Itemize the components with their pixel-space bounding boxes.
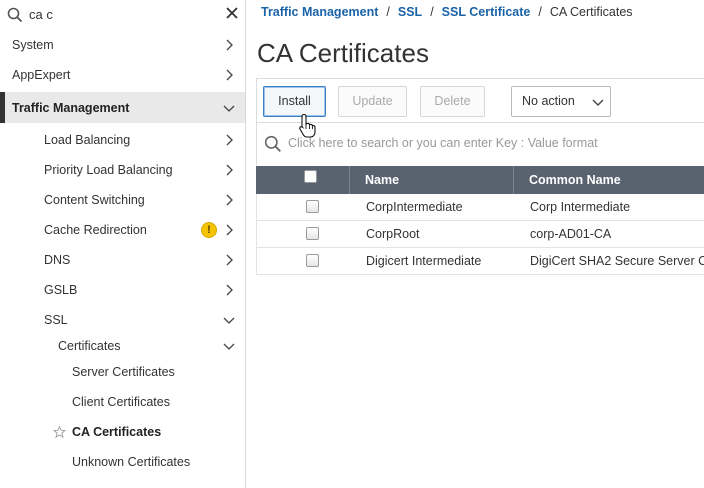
sidebar-item-label: Cache Redirection — [44, 223, 147, 237]
sidebar-search[interactable]: ca c — [0, 0, 245, 30]
sidebar-item-label: Certificates — [58, 339, 121, 353]
sidebar-item-label: Content Switching — [44, 193, 145, 207]
sidebar-item-label: Load Balancing — [44, 133, 131, 147]
table-row[interactable]: Digicert Intermediate DigiCert SHA2 Secu… — [256, 248, 704, 275]
chevron-right-icon — [226, 254, 233, 266]
chevron-down-icon — [223, 317, 235, 324]
chevron-down-icon — [223, 343, 235, 350]
chevron-right-icon — [226, 224, 233, 236]
chevron-right-icon — [226, 194, 233, 206]
breadcrumb: Traffic Management / SSL / SSL Certificate / C… — [261, 5, 633, 19]
star-icon[interactable] — [53, 425, 66, 439]
select-all-checkbox[interactable] — [304, 170, 317, 183]
cell-name: CorpRoot — [366, 227, 420, 241]
warning-icon: ! — [201, 222, 217, 238]
breadcrumb-link[interactable]: SSL Certificate — [442, 5, 531, 19]
selection-indicator — [0, 92, 5, 123]
row-checkbox[interactable] — [306, 254, 319, 267]
sidebar-item-cache-redirection[interactable]: Cache Redirection ! — [0, 215, 245, 245]
cell-common-name: Corp Intermediate — [530, 200, 631, 214]
row-checkbox[interactable] — [306, 200, 319, 213]
sidebar-item-system[interactable]: System — [0, 30, 245, 60]
sidebar-item-content-switching[interactable]: Content Switching — [0, 185, 245, 215]
breadcrumb-current: CA Certificates — [549, 5, 633, 19]
column-header-name[interactable]: Name — [350, 166, 514, 194]
sidebar-item-traffic-management[interactable]: Traffic Management — [0, 92, 245, 123]
sidebar-item-label: System — [12, 38, 54, 52]
page-title: CA Certificates — [257, 38, 429, 68]
chevron-down-icon — [223, 105, 235, 112]
sidebar-item-gslb[interactable]: GSLB — [0, 275, 245, 305]
chevron-right-icon — [226, 69, 233, 81]
column-header-common-name[interactable]: Common Name — [514, 166, 704, 194]
breadcrumb-separator: / — [538, 5, 542, 19]
update-button[interactable]: Update — [338, 86, 407, 117]
breadcrumb-separator: / — [430, 5, 434, 19]
search-icon — [7, 7, 23, 23]
chevron-right-icon — [226, 284, 233, 296]
delete-button[interactable]: Delete — [420, 86, 485, 117]
sidebar-item-unknown-certificates[interactable]: Unknown Certificates — [0, 447, 245, 477]
cell-name: Digicert Intermediate — [366, 254, 482, 268]
breadcrumb-separator: / — [386, 5, 390, 19]
sidebar-item-ca-certificates[interactable]: CA Certificates — [0, 417, 245, 447]
sidebar-item-label: Server Certificates — [72, 365, 175, 379]
sidebar-item-priority-load-balancing[interactable]: Priority Load Balancing — [0, 155, 245, 185]
sidebar-item-server-certificates[interactable]: Server Certificates — [0, 357, 245, 387]
sidebar-item-load-balancing[interactable]: Load Balancing — [0, 125, 245, 155]
sidebar-item-label: CA Certificates — [72, 425, 162, 439]
table-header: Name Common Name — [256, 166, 704, 194]
sidebar-item-label: Unknown Certificates — [72, 455, 191, 469]
breadcrumb-link[interactable]: Traffic Management — [261, 5, 378, 19]
sidebar-item-appexpert[interactable]: AppExpert — [0, 60, 245, 90]
search-placeholder[interactable]: Click here to search or you can enter Ke… — [288, 136, 598, 150]
row-checkbox[interactable] — [306, 227, 319, 240]
chevron-right-icon — [226, 134, 233, 146]
breadcrumb-link[interactable]: SSL — [398, 5, 422, 19]
hand-cursor-icon — [299, 113, 316, 138]
cell-name: CorpIntermediate — [366, 200, 463, 214]
sidebar-item-label: SSL — [44, 313, 68, 327]
sidebar-item-label: Client Certificates — [72, 395, 170, 409]
close-icon[interactable] — [225, 6, 239, 20]
chevron-down-icon — [592, 99, 604, 106]
cell-common-name: DigiCert SHA2 Secure Server CA — [530, 254, 704, 268]
chevron-right-icon — [226, 164, 233, 176]
sidebar-item-client-certificates[interactable]: Client Certificates — [0, 387, 245, 417]
cell-common-name: corp-AD01-CA — [530, 227, 612, 241]
sidebar: ca c System AppExpert Traffic Management… — [0, 0, 246, 488]
sidebar-search-input[interactable]: ca c — [29, 7, 53, 22]
chevron-right-icon — [226, 39, 233, 51]
action-select-value: No action — [522, 94, 575, 108]
select-all-cell — [256, 166, 350, 194]
table-row[interactable]: CorpIntermediate Corp Intermediate — [256, 194, 704, 221]
sidebar-item-label: Priority Load Balancing — [44, 163, 173, 177]
toolbar: Install Update Delete No action — [256, 78, 704, 123]
main-content: Traffic Management / SSL / SSL Certificate / C… — [247, 0, 704, 488]
sidebar-item-label: GSLB — [44, 283, 78, 297]
table-row[interactable]: CorpRoot corp-AD01-CA — [256, 221, 704, 248]
table-search[interactable]: Click here to search or you can enter Ke… — [256, 123, 704, 165]
sidebar-item-dns[interactable]: DNS — [0, 245, 245, 275]
action-select[interactable]: No action — [511, 86, 611, 117]
sidebar-item-label: AppExpert — [12, 68, 71, 82]
certificates-table: Name Common Name CorpIntermediate Corp I… — [256, 166, 704, 275]
sidebar-item-label: Traffic Management — [12, 100, 130, 115]
search-icon — [264, 135, 281, 152]
sidebar-item-label: DNS — [44, 253, 71, 267]
